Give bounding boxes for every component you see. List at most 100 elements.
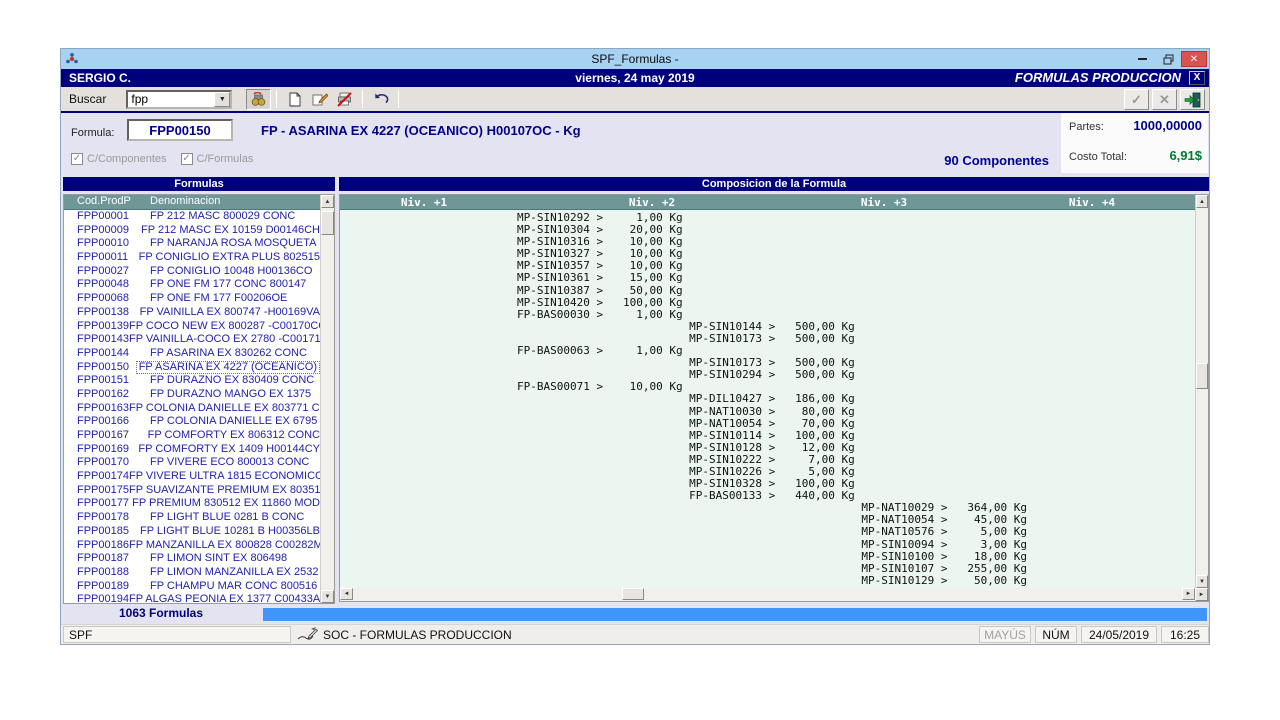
formula-code-field[interactable]: FPP00150 — [127, 119, 233, 141]
combo-dropdown-button[interactable]: ▼ — [214, 92, 230, 107]
scroll-up-button[interactable]: ▲ — [321, 195, 334, 208]
composition-row: MP-NAT10054 > 70,00 Kg — [517, 418, 1195, 430]
formula-denomination-cell: FP SUAVIZANTE PREMIUM EX 803511 — [129, 484, 320, 498]
scroll-down-button[interactable]: ▼ — [1196, 575, 1208, 588]
formulas-list-row[interactable]: FPP00178 FP LIGHT BLUE 0281 B CONC — [64, 511, 320, 525]
composition-panel: Niv. +1 Niv. +2 Niv. +3 Niv. +4 MP-SIN10… — [339, 194, 1209, 602]
formulas-list-row[interactable]: FPP00144 FP ASARINA EX 830262 CONC — [64, 347, 320, 361]
scroll-down-button[interactable]: ▼ — [321, 590, 334, 603]
scroll-corner-button[interactable]: ► — [1195, 588, 1208, 601]
formulas-list-row[interactable]: FPP00166 FP COLONIA DANIELLE EX 6795 — [64, 415, 320, 429]
no-print-icon — [337, 92, 353, 107]
check-icon: ✓ — [1131, 92, 1142, 108]
composition-row: MP-SIN10107 > 255,00 Kg — [517, 563, 1195, 575]
caps-lock-indicator: MAYÚS — [979, 626, 1031, 643]
status-time-label: 16:25 — [1170, 628, 1200, 642]
formulas-list-row[interactable]: FPP00011 FP CONIGLIO EXTRA PLUS 802515 — [64, 251, 320, 265]
formulas-list-row[interactable]: FPP00010 FP NARANJA ROSA MOSQUETA — [64, 237, 320, 251]
formulas-list-row[interactable]: FPP00048 FP ONE FM 177 CONC 800147 — [64, 278, 320, 292]
formulas-list-row[interactable]: FPP00068 FP ONE FM 177 F00206OE — [64, 292, 320, 306]
formulas-list-row[interactable]: FPP00143 FP VAINILLA-COCO EX 2780 -C0017… — [64, 333, 320, 347]
formulas-list-row[interactable]: FPP00138 FP VAINILLA EX 800747 -H00169VA — [64, 306, 320, 320]
app-header: SERGIO C. viernes, 24 may 2019 FORMULAS … — [61, 69, 1209, 87]
formulas-list-row[interactable]: FPP00170 FP VIVERE ECO 800013 CONC — [64, 456, 320, 470]
formula-code-cell: FPP00150 — [64, 361, 138, 375]
scrollbar-thumb[interactable] — [321, 211, 334, 235]
scrollbar-thumb[interactable] — [1196, 363, 1208, 389]
status-app-panel: SPF — [63, 626, 291, 643]
checkbox-componentes[interactable]: ✓ C/Componentes — [71, 153, 167, 165]
composition-horizontal-scrollbar[interactable]: ◄ ► — [340, 588, 1195, 601]
formula-denomination-cell: FP LIGHT BLUE 10281 B H00356LB — [140, 525, 320, 539]
edit-record-button[interactable] — [307, 89, 332, 110]
module-close-button[interactable]: X — [1189, 71, 1205, 85]
formulas-list-row[interactable]: FPP00169 FP COMFORTY EX 1409 H00144CY — [64, 443, 320, 457]
minimize-button[interactable] — [1129, 50, 1155, 68]
search-input[interactable] — [128, 92, 212, 107]
new-record-button[interactable] — [282, 89, 307, 110]
formula-code-cell: FPP00139 — [64, 320, 129, 334]
column-header-niv1: Niv. +1 — [401, 196, 447, 209]
formula-code-cell: FPP00162 — [64, 388, 150, 402]
composition-rows: MP-SIN10292 > 1,00 KgMP-SIN10304 > 20,00… — [340, 210, 1195, 588]
composition-row: MP-SIN10361 > 15,00 Kg — [517, 272, 1195, 284]
formulas-list-row[interactable]: FPP00194 FP ALGAS PEONIA EX 1377 C00433A… — [64, 593, 320, 603]
formulas-list-row[interactable]: FPP00175 FP SUAVIZANTE PREMIUM EX 803511 — [64, 484, 320, 498]
formula-code-cell: FPP00170 — [64, 456, 150, 470]
formulas-list-row[interactable]: FPP00188 FP LIMON MANZANILLA EX 2532 — [64, 566, 320, 580]
status-message: SOC - FORMULAS PRODUCCION — [323, 628, 512, 642]
formulas-list-row[interactable]: FPP00177 FP PREMIUM 830512 EX 11860 MOD — [64, 497, 320, 511]
formulas-list-row[interactable]: FPP00187 FP LIMON SINT EX 806498 — [64, 552, 320, 566]
delete-record-button[interactable] — [332, 89, 357, 110]
checkbox-formulas[interactable]: ✓ C/Formulas — [181, 153, 254, 165]
formulas-panel-title: Formulas — [63, 177, 335, 191]
num-lock-indicator: NÚM — [1035, 626, 1077, 643]
scrollbar-thumb[interactable] — [622, 588, 644, 600]
formula-denomination-cell: FP NARANJA ROSA MOSQUETA — [150, 237, 316, 251]
formulas-list-row[interactable]: FPP00167 FP COMFORTY EX 806312 CONC — [64, 429, 320, 443]
exit-button[interactable] — [1180, 89, 1205, 110]
formula-code-cell: FPP00163 — [64, 402, 129, 416]
formulas-vertical-scrollbar[interactable]: ▲ ▼ — [320, 195, 334, 603]
cancel-button[interactable]: ✕ — [1152, 89, 1177, 110]
search-combobox[interactable]: ▼ — [126, 90, 232, 109]
close-button[interactable]: ✕ — [1181, 51, 1207, 67]
formulas-list-row[interactable]: FPP00186 FP MANZANILLA EX 800828 C00282M… — [64, 539, 320, 553]
formulas-list-row[interactable]: FPP00162 FP DURAZNO MANGO EX 1375 — [64, 388, 320, 402]
composition-header: Niv. +1 Niv. +2 Niv. +3 Niv. +4 — [340, 195, 1195, 210]
composition-row: MP-DIL10427 > 186,00 Kg — [517, 393, 1195, 405]
scroll-right-button[interactable]: ► — [1182, 588, 1195, 600]
formula-denomination-cell: FP ONE FM 177 CONC 800147 — [150, 278, 306, 292]
close-icon: ✕ — [1190, 54, 1198, 65]
formulas-list-row[interactable]: FPP00163 FP COLONIA DANIELLE EX 803771 C… — [64, 402, 320, 416]
composition-vertical-scrollbar[interactable]: ▲ ▼ — [1195, 195, 1208, 588]
column-header-niv3: Niv. +3 — [861, 196, 907, 209]
formulas-list-row[interactable]: FPP00189 FP CHAMPU MAR CONC 800516 — [64, 580, 320, 594]
formulas-list-row[interactable]: FPP00009 FP 212 MASC EX 10159 D00146CH — [64, 224, 320, 238]
formulas-list-row[interactable]: FPP00185 FP LIGHT BLUE 10281 B H00356LB — [64, 525, 320, 539]
scroll-left-button[interactable]: ◄ — [340, 588, 353, 600]
formula-denomination-cell: FP MANZANILLA EX 800828 C00282MA — [129, 539, 320, 553]
checkbox-check-icon: ✓ — [71, 153, 83, 165]
formulas-list-row[interactable]: FPP00151 FP DURAZNO EX 830409 CONC — [64, 374, 320, 388]
undo-button[interactable] — [368, 89, 393, 110]
composition-row: MP-SIN10420 > 100,00 Kg — [517, 297, 1195, 309]
formulas-list-row[interactable]: FPP00027 FP CONIGLIO 10048 H00136CO — [64, 265, 320, 279]
formulas-list-row[interactable]: FPP00174 FP VIVERE ULTRA 1815 ECONOMICO — [64, 470, 320, 484]
column-header-niv2: Niv. +2 — [629, 196, 675, 209]
status-date-label: 24/05/2019 — [1089, 628, 1149, 642]
restore-button[interactable] — [1155, 50, 1181, 68]
confirm-button[interactable]: ✓ — [1124, 89, 1149, 110]
formula-denomination-cell: FP DURAZNO MANGO EX 1375 — [150, 388, 311, 402]
application-window: SPF_Formulas - ✕ SERGIO C. viernes, 24 m… — [60, 48, 1210, 645]
scroll-up-button[interactable]: ▲ — [1196, 195, 1208, 208]
formula-label: Formula: — [71, 127, 114, 139]
search-button[interactable] — [246, 89, 271, 110]
formulas-list-row[interactable]: FPP00139 FP COCO NEW EX 800287 -C00170CO — [64, 320, 320, 334]
minimize-icon — [1138, 58, 1147, 60]
formulas-list-row[interactable]: FPP00150 FP ASARINA EX 4227 (OCEANICO) — [64, 361, 320, 375]
formula-denomination-cell: FP VAINILLA-COCO EX 2780 -C00171CV — [129, 333, 320, 347]
partes-label: Partes: — [1069, 121, 1104, 133]
formula-denomination-cell: FP VIVERE ULTRA 1815 ECONOMICO — [129, 470, 320, 484]
formulas-list-row[interactable]: FPP00001 FP 212 MASC 800029 CONC — [64, 210, 320, 224]
